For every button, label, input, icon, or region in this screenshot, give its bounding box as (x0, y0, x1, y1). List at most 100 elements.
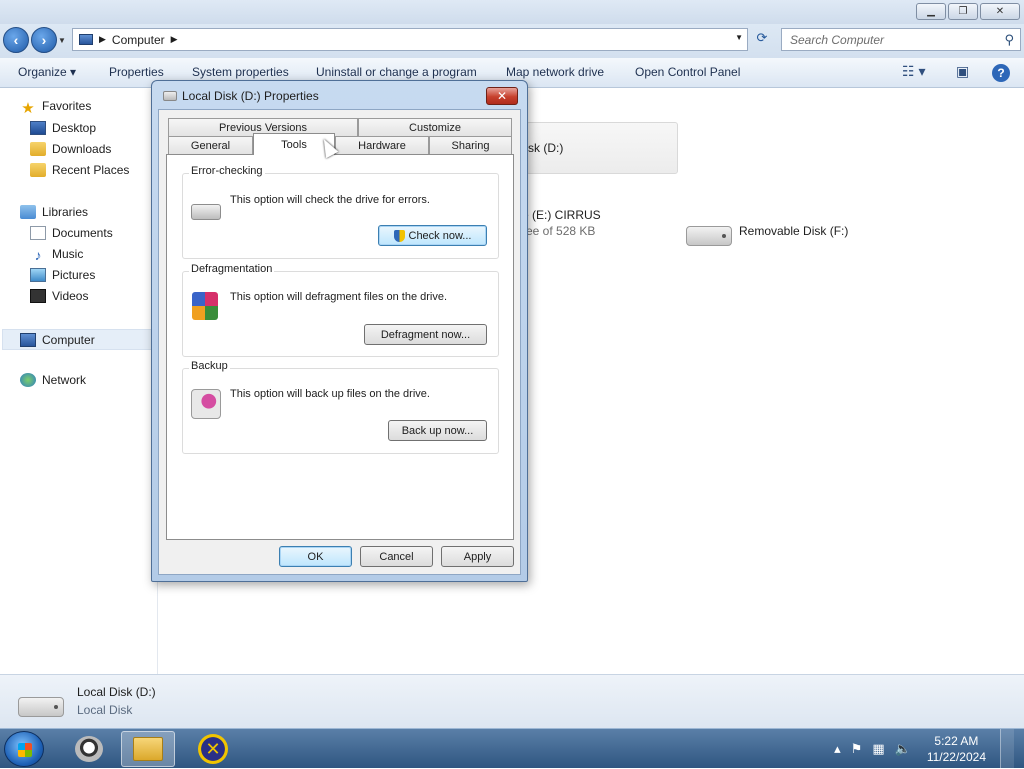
star-icon: ★ (21, 100, 35, 117)
drive-f-label[interactable]: Removable Disk (F:) (739, 224, 848, 238)
properties-button[interactable]: Properties (109, 65, 164, 79)
nav-recent-places[interactable]: Recent Places (30, 163, 129, 177)
search-input[interactable]: Search Computer ⚲ (781, 28, 1021, 51)
organize-button[interactable]: Organize ▾ (18, 65, 76, 79)
forward-button[interactable]: › (31, 27, 57, 53)
navigation-pane: ★ Favorites Desktop Downloads Recent Pla… (0, 88, 158, 674)
nav-favorites[interactable]: ★ Favorites (20, 99, 91, 117)
tab-general[interactable]: General (168, 136, 253, 155)
nav-music-label: Music (52, 247, 84, 261)
refresh-icon[interactable]: ⟳ (752, 30, 772, 50)
action-center-flag-icon[interactable]: ⚑ (851, 741, 863, 757)
documents-icon (30, 226, 46, 240)
drive-e-label[interactable]: e (E:) CIRRUS (522, 208, 601, 222)
back-up-now-label: Back up now... (401, 424, 474, 437)
nav-documents-label: Documents (52, 226, 113, 240)
taskbar-app-raccoon[interactable] (62, 731, 116, 767)
cancel-button[interactable]: Cancel (360, 546, 433, 567)
libraries-icon (20, 205, 36, 219)
start-button[interactable] (4, 731, 44, 767)
address-dropdown-icon[interactable]: ▼ (735, 33, 743, 42)
recent-pages-dropdown-icon[interactable]: ▼ (58, 36, 66, 45)
nav-libraries-label: Libraries (42, 205, 89, 219)
defragment-icon (192, 292, 218, 320)
taskbar-app-x[interactable]: ✕ (186, 731, 240, 767)
nav-desktop[interactable]: Desktop (30, 121, 96, 135)
backup-group: Backup This option will back up files on… (182, 360, 499, 454)
close-button[interactable]: ✕ (980, 3, 1020, 20)
system-properties-button[interactable]: System properties (192, 65, 289, 79)
defragment-now-label: Defragment now... (380, 328, 471, 341)
network-icon (20, 373, 36, 387)
apply-button[interactable]: Apply (441, 546, 514, 567)
back-up-now-button[interactable]: Back up now... (388, 420, 487, 441)
details-item-type: Local Disk (77, 703, 133, 717)
downloads-folder-icon (30, 142, 46, 156)
backup-description: This option will back up files on the dr… (230, 388, 430, 400)
search-placeholder: Search Computer (790, 32, 885, 47)
recent-places-icon (30, 163, 46, 177)
nav-computer-label: Computer (42, 332, 95, 347)
desktop-icon (30, 121, 46, 135)
help-icon[interactable]: ? (992, 64, 1010, 82)
uac-shield-icon (393, 229, 405, 242)
tab-customize[interactable]: Customize (358, 118, 512, 137)
address-bar[interactable]: ▶ Computer ▶ ▼ (72, 28, 748, 51)
breadcrumb-computer[interactable]: Computer (112, 33, 165, 47)
nav-network[interactable]: Network (20, 373, 86, 387)
defragmentation-description: This option will defragment files on the… (230, 291, 448, 303)
tab-hardware[interactable]: Hardware (335, 136, 429, 155)
address-row: ‹ › ▼ ▶ Computer ▶ ▼ ⟳ Search Computer ⚲ (0, 24, 1024, 58)
volume-muted-icon[interactable]: 🔈 (895, 741, 911, 757)
pictures-icon (30, 268, 46, 282)
backup-icon (191, 389, 221, 419)
computer-icon (79, 34, 93, 45)
change-view-icon[interactable]: ☷ ▾ (902, 63, 925, 80)
defragment-now-button[interactable]: Defragment now... (364, 324, 487, 345)
maximize-button[interactable]: ❐ (948, 3, 978, 20)
nav-documents[interactable]: Documents (30, 226, 113, 240)
explorer-folder-icon (133, 737, 163, 761)
breadcrumb-separator-icon[interactable]: ▶ (99, 34, 106, 45)
ok-button[interactable]: OK (279, 546, 352, 567)
nav-desktop-label: Desktop (52, 121, 97, 135)
taskbar-app-explorer[interactable] (121, 731, 175, 767)
properties-dialog: Local Disk (D:) Properties ✕ Previous Ve… (151, 80, 528, 582)
nav-music[interactable]: ♪ Music (30, 247, 84, 263)
minimize-button[interactable]: ▁ (916, 3, 946, 20)
map-network-drive-button[interactable]: Map network drive (506, 65, 604, 79)
taskbar: ✕ ▴ ⚑ ▦ 🔈 5:22 AM 11/22/2024 (0, 728, 1024, 769)
details-item-name: Local Disk (D:) (77, 685, 156, 699)
clock-date: 11/22/2024 (926, 750, 986, 764)
preview-pane-icon[interactable]: ▣ (956, 63, 969, 80)
computer-nav-icon (20, 332, 36, 347)
nav-downloads[interactable]: Downloads (30, 142, 111, 156)
dialog-close-button[interactable]: ✕ (486, 87, 518, 105)
tab-sharing[interactable]: Sharing (429, 136, 512, 155)
raccoon-app-icon (75, 736, 103, 762)
tools-tab-page: Error-checking This option will check th… (166, 154, 514, 540)
videos-film-icon (30, 289, 46, 303)
show-hidden-icons-icon[interactable]: ▴ (834, 741, 841, 757)
back-button[interactable]: ‹ (3, 27, 29, 53)
details-pane: Local Disk (D:) Local Disk (0, 674, 1024, 728)
local-disk-icon (18, 697, 64, 717)
show-desktop-button[interactable] (1000, 729, 1014, 769)
nav-downloads-label: Downloads (52, 142, 112, 156)
nav-videos[interactable]: Videos (30, 289, 88, 303)
nav-computer[interactable]: Computer (2, 329, 156, 350)
defragmentation-group: Defragmentation This option will defragm… (182, 263, 499, 357)
breadcrumb-chevron-icon[interactable]: ▶ (171, 34, 178, 45)
clock[interactable]: 5:22 AM 11/22/2024 (921, 733, 986, 765)
check-now-button[interactable]: Check now... (378, 225, 487, 246)
open-control-panel-button[interactable]: Open Control Panel (635, 65, 740, 79)
network-tray-icon[interactable]: ▦ (872, 741, 884, 757)
nav-pictures-label: Pictures (52, 268, 96, 282)
dialog-body: Previous Versions Customize General Tool… (158, 109, 521, 575)
nav-pictures[interactable]: Pictures (30, 268, 95, 282)
drive-f-item[interactable] (686, 226, 732, 246)
search-icon[interactable]: ⚲ (1004, 32, 1014, 48)
nav-libraries[interactable]: Libraries (20, 205, 88, 219)
uninstall-program-button[interactable]: Uninstall or change a program (316, 65, 477, 79)
dialog-title: Local Disk (D:) Properties (182, 89, 319, 103)
